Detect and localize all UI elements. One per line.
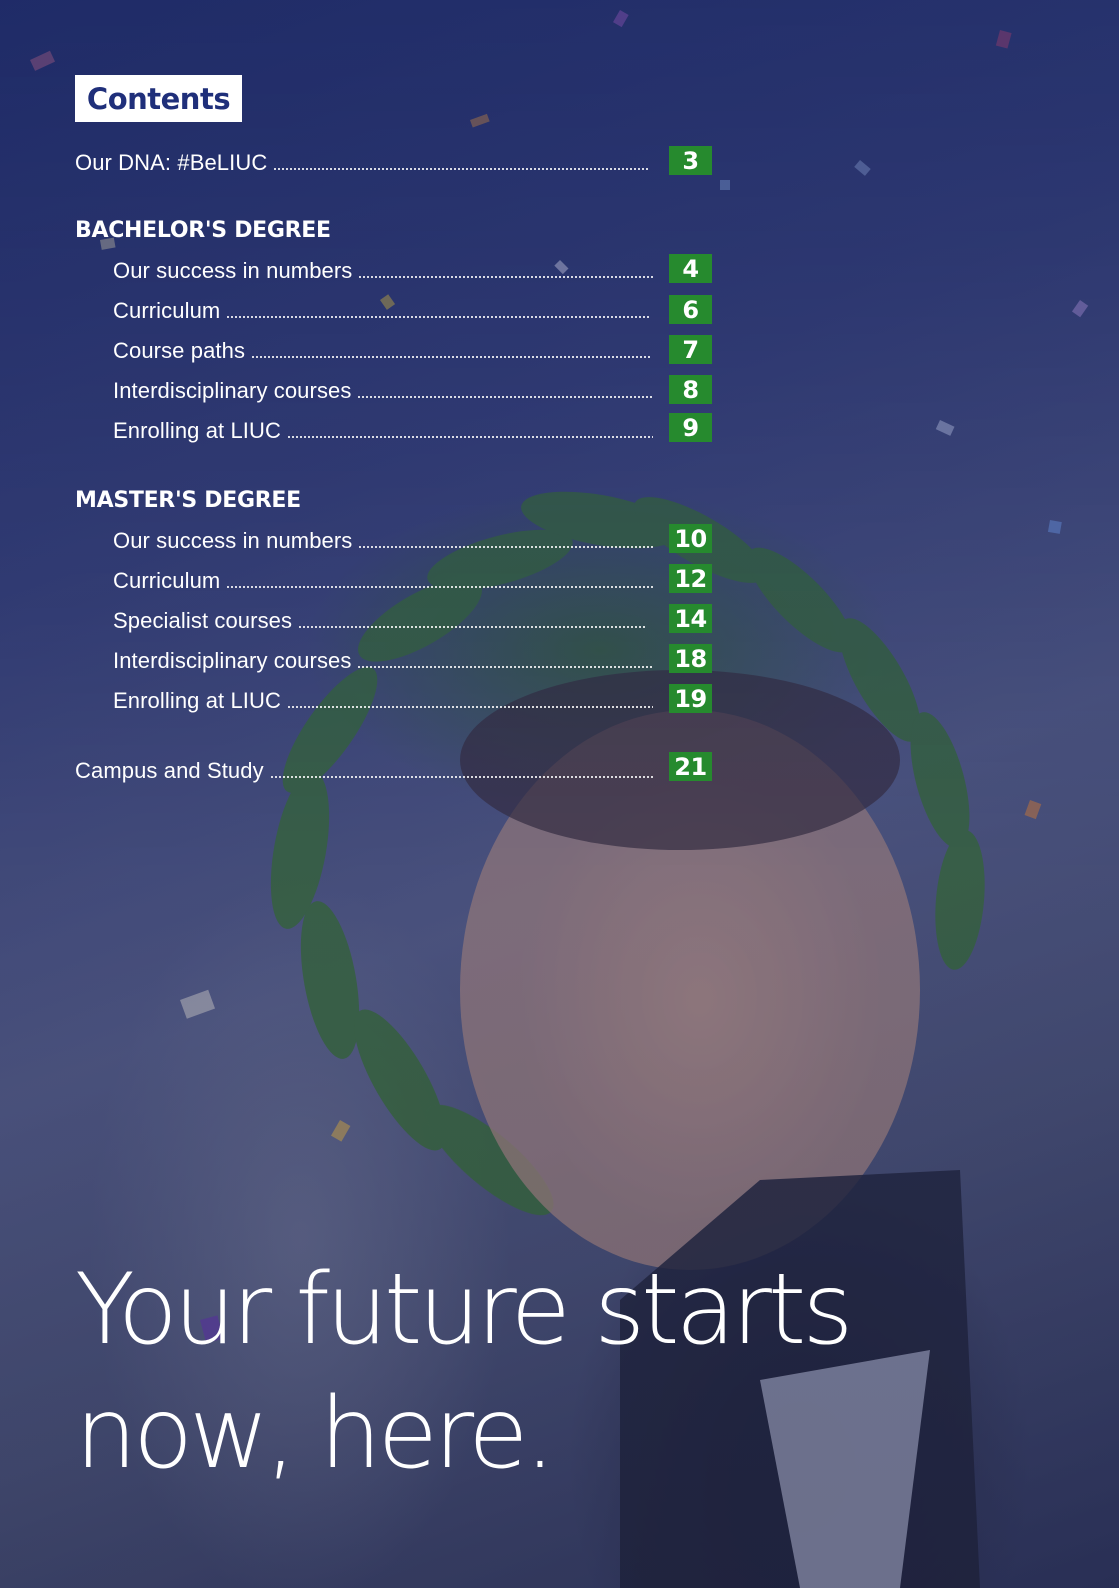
toc-entry-label: Our DNA: #BeLIUC (75, 150, 268, 175)
contents-page: Contents Our DNA: #BeLIUC 3 BACHELOR'S D… (0, 0, 1119, 1588)
tagline-line-1: Your future starts (75, 1253, 853, 1367)
page-number-badge[interactable]: 4 (669, 254, 712, 283)
toc-entry-label: Enrolling at LIUC (113, 688, 281, 713)
contents-title-box: Contents (75, 75, 242, 122)
tagline-line-2: now, here. (75, 1377, 556, 1491)
page-number-badge[interactable]: 9 (669, 413, 712, 442)
toc-entry-master-success[interactable]: Our success in numbers (113, 526, 653, 556)
dot-leader (251, 356, 651, 358)
dot-leader (273, 168, 648, 170)
toc-entry-bachelor-success[interactable]: Our success in numbers (113, 256, 653, 286)
toc-entry-label: Interdisciplinary courses (113, 648, 352, 673)
dot-leader (357, 396, 653, 398)
contents-title: Contents (86, 81, 231, 116)
page-number-badge[interactable]: 14 (669, 604, 712, 633)
page-number-badge[interactable]: 6 (669, 295, 712, 324)
page-number-badge[interactable]: 12 (669, 564, 712, 593)
section-heading-master: MASTER'S DEGREE (75, 488, 301, 513)
toc-entry-label: Our success in numbers (113, 528, 353, 553)
toc-entry-label: Curriculum (113, 298, 221, 323)
toc-entry-bachelor-enrolling[interactable]: Enrolling at LIUC (113, 416, 653, 446)
page-number-badge[interactable]: 8 (669, 375, 712, 404)
toc-entry-label: Specialist courses (113, 608, 293, 633)
page-number-badge[interactable]: 7 (669, 335, 712, 364)
toc-entry-bachelor-course-paths[interactable]: Course paths (113, 336, 651, 366)
toc-entry-label: Our success in numbers (113, 258, 353, 283)
page-number-badge[interactable]: 19 (669, 684, 712, 713)
toc-entry-master-specialist[interactable]: Specialist courses (113, 606, 647, 636)
dot-leader (358, 276, 653, 278)
toc-entry-label: Course paths (113, 338, 246, 363)
toc-entry-our-dna[interactable]: Our DNA: #BeLIUC (75, 148, 648, 178)
toc-entry-label: Enrolling at LIUC (113, 418, 281, 443)
toc-entry-label: Campus and Study (75, 758, 264, 783)
toc-entry-campus[interactable]: Campus and Study (75, 756, 653, 786)
dot-leader (226, 316, 651, 318)
toc-entry-bachelor-curriculum[interactable]: Curriculum (113, 296, 651, 326)
page-number-badge[interactable]: 21 (669, 752, 712, 781)
page-number-badge[interactable]: 10 (669, 524, 712, 553)
section-heading-bachelor: BACHELOR'S DEGREE (75, 218, 331, 243)
dot-leader (298, 626, 647, 628)
page-number-badge[interactable]: 3 (669, 146, 712, 175)
dot-leader (226, 586, 653, 588)
tagline: Your future starts now, here. (75, 1248, 975, 1496)
toc-entry-bachelor-interdisciplinary[interactable]: Interdisciplinary courses (113, 376, 653, 406)
dot-leader (287, 706, 653, 708)
toc-entry-master-interdisciplinary[interactable]: Interdisciplinary courses (113, 646, 653, 676)
toc-entry-label: Curriculum (113, 568, 221, 593)
dot-leader (358, 546, 653, 548)
dot-leader (269, 776, 653, 778)
dot-leader (357, 666, 653, 668)
toc-entry-master-curriculum[interactable]: Curriculum (113, 566, 653, 596)
page-number-badge[interactable]: 18 (669, 644, 712, 673)
toc-entry-label: Interdisciplinary courses (113, 378, 352, 403)
dot-leader (287, 436, 653, 438)
toc-entry-master-enrolling[interactable]: Enrolling at LIUC (113, 686, 653, 716)
